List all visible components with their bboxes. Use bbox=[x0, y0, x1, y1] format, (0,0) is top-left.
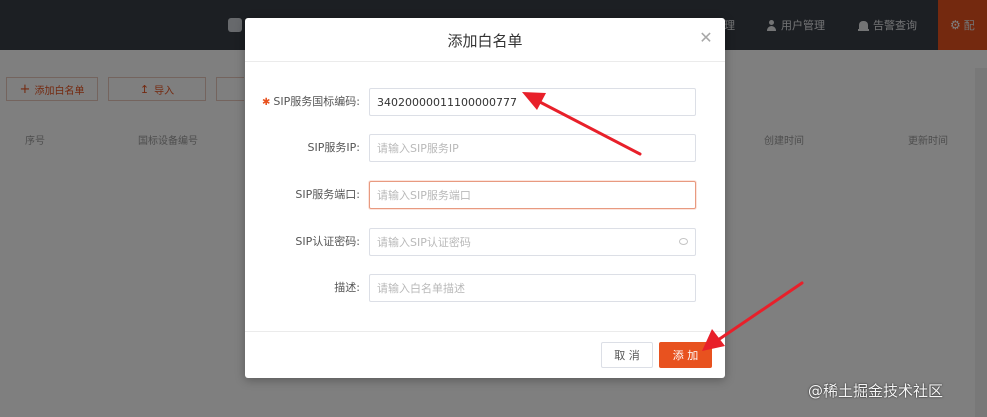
annotation-arrows bbox=[522, 92, 804, 351]
watermark-text: @稀土掘金技术社区 bbox=[808, 382, 944, 400]
annotation-arrow-to-sip-code bbox=[522, 92, 642, 156]
annotation-arrow-to-add-button bbox=[702, 281, 804, 351]
